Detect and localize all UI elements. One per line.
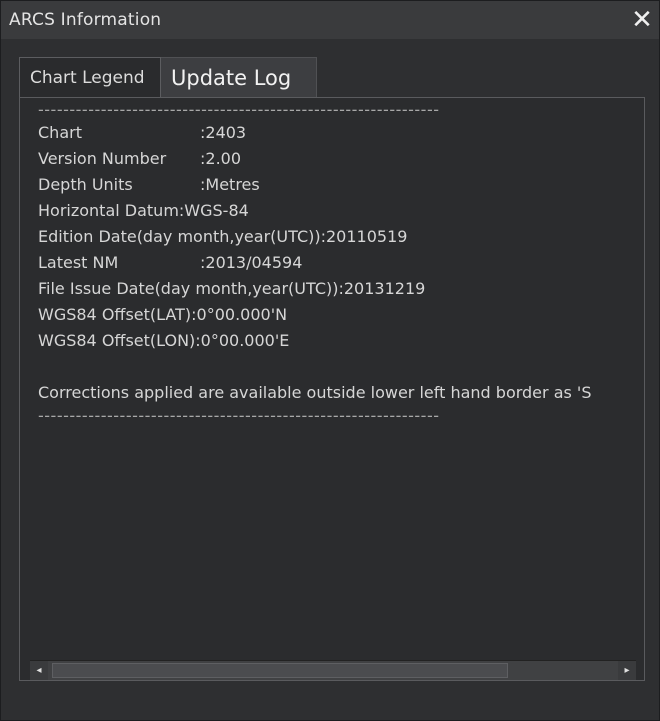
legend-text-area: ----------------------------------------…: [38, 100, 644, 656]
field-value: :WGS-84: [178, 201, 249, 220]
tab-chart-legend[interactable]: Chart Legend: [19, 57, 161, 97]
separator-top: ----------------------------------------…: [38, 100, 440, 119]
scroll-left-icon[interactable]: ◂: [30, 661, 48, 680]
field-label: Latest NM: [38, 253, 119, 272]
title-bar: ARCS Information ✕: [1, 1, 659, 39]
field-value: :2.00: [200, 149, 242, 168]
arcs-information-window: ARCS Information ✕ Chart Legend Update L…: [0, 0, 660, 721]
field-label: Horizontal Datum: [38, 201, 179, 220]
corrections-note: Corrections applied are available outsid…: [38, 383, 592, 402]
field-wgs84-lat: WGS84 Offset(LAT):0°00.000'N: [38, 305, 288, 324]
close-icon[interactable]: ✕: [629, 7, 655, 33]
scrollbar-thumb[interactable]: [52, 663, 508, 678]
field-edition-date: Edition Date(day month,year(UTC)):201105…: [38, 227, 408, 246]
field-label: Depth Units: [38, 175, 133, 194]
field-chart: Chart :2403: [38, 120, 644, 146]
scroll-right-icon[interactable]: ▸: [618, 661, 636, 680]
tab-update-log[interactable]: Update Log: [161, 57, 317, 97]
field-label: Version Number: [38, 149, 167, 168]
separator-bottom: ----------------------------------------…: [38, 406, 440, 425]
field-value: :2403: [200, 123, 247, 142]
horizontal-scrollbar[interactable]: ◂ ▸: [30, 660, 636, 680]
field-file-issue-date: File Issue Date(day month,year(UTC)):201…: [38, 279, 426, 298]
field-latest-nm: Latest NM :2013/04594: [38, 250, 644, 276]
field-horizontal-datum: Horizontal Datum :WGS-84: [38, 198, 644, 224]
field-label: Chart: [38, 123, 82, 142]
field-value: :Metres: [200, 175, 260, 194]
field-version-number: Version Number :2.00: [38, 146, 644, 172]
field-value: :2013/04594: [200, 253, 303, 272]
field-wgs84-lon: WGS84 Offset(LON):0°00.000'E: [38, 331, 290, 350]
window-title: ARCS Information: [9, 10, 162, 30]
field-depth-units: Depth Units :Metres: [38, 172, 644, 198]
chart-legend-panel: ----------------------------------------…: [19, 97, 645, 681]
